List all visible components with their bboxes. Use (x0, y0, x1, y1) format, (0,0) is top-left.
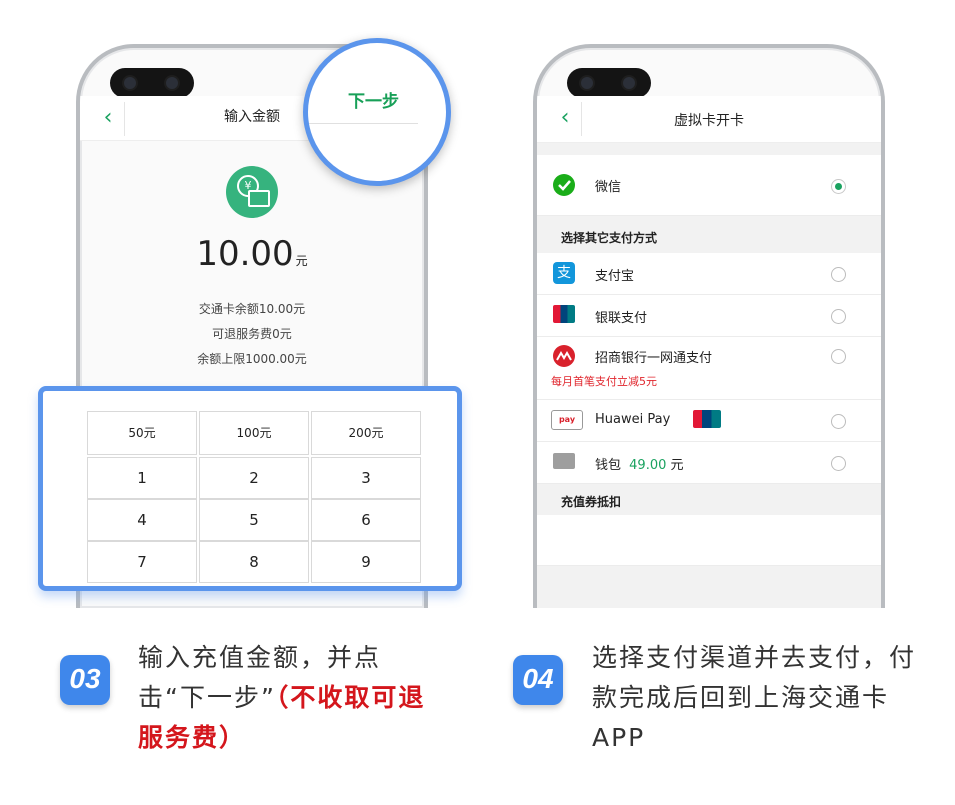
cmb-icon (553, 345, 575, 367)
header-bar: ‹ 虚拟卡开卡 (537, 96, 881, 143)
radio-unselected[interactable] (831, 309, 846, 324)
pay-option-huawei-pay[interactable]: pay Huawei Pay (537, 400, 881, 442)
refundable-fee-text: 可退服务费0元 (212, 327, 292, 341)
key-8[interactable]: 8 (199, 541, 309, 583)
step-04-badge: 04 (513, 655, 563, 705)
wallet-icon (553, 453, 575, 469)
step-04-caption: 选择支付渠道并去支付，付款完成后回到上海交通卡APP (592, 643, 917, 752)
key-6[interactable]: 6 (311, 499, 421, 541)
pay-option-alipay[interactable]: 支 支付宝 (537, 253, 881, 295)
key-9[interactable]: 9 (311, 541, 421, 583)
step-03-badge: 03 (60, 655, 110, 705)
quick-amount-200[interactable]: 200元 (311, 411, 421, 455)
key-3[interactable]: 3 (311, 457, 421, 499)
page-title: 虚拟卡开卡 (674, 113, 744, 129)
coupon-row[interactable] (537, 515, 881, 566)
next-step-button[interactable]: 下一步 (348, 87, 399, 112)
pay-option-cmb[interactable]: 招商银行一网通支付 每月首笔支付立减5元 (537, 337, 881, 400)
radio-unselected[interactable] (831, 267, 846, 282)
wechat-icon (553, 174, 575, 196)
card-balance-text: 交通卡余额10.00元 (198, 302, 306, 316)
huawei-pay-icon: pay (551, 410, 583, 430)
key-5[interactable]: 5 (199, 499, 309, 541)
unionpay-label: 银联支付 (595, 311, 648, 326)
step-03-caption: 输入充值金额，并点击“下一步”（不收取可退服务费） (138, 643, 426, 752)
keypad-highlight: 50元 100元 200元 1 2 3 4 5 6 7 8 9 (38, 386, 462, 591)
recharge-icon: ¥ (226, 166, 278, 218)
key-4[interactable]: 4 (87, 499, 197, 541)
unionpay-icon (693, 410, 721, 428)
pay-option-unionpay[interactable]: 银联支付 (537, 295, 881, 337)
section-coupon: 充值券抵扣 (561, 495, 622, 509)
quick-amount-50[interactable]: 50元 (87, 411, 197, 455)
alipay-icon: 支 (553, 262, 575, 284)
quick-amount-100[interactable]: 100元 (199, 411, 309, 455)
wallet-label: 钱包 49.00 元 (595, 458, 684, 473)
radio-unselected[interactable] (831, 456, 846, 471)
payment-list: 微信 选择其它支付方式 支 支付宝 银联支付 招商银行一网通支付 每月首笔支付立… (537, 143, 881, 608)
key-1[interactable]: 1 (87, 457, 197, 499)
key-7[interactable]: 7 (87, 541, 197, 583)
key-2[interactable]: 2 (199, 457, 309, 499)
alipay-label: 支付宝 (595, 269, 635, 284)
amount-value: 10.00 (196, 234, 294, 274)
balance-limit-text: 余额上限1000.00元 (197, 352, 307, 366)
wechat-label: 微信 (595, 180, 622, 195)
pay-option-wechat[interactable]: 微信 (537, 155, 881, 216)
amount-display: 10.00 元 (80, 234, 424, 274)
radio-unselected[interactable] (831, 414, 846, 429)
radio-unselected[interactable] (831, 349, 846, 364)
phone-virtual-card: ‹ 虚拟卡开卡 微信 选择其它支付方式 支 支付宝 银联支付 招商银行一网通支付… (533, 44, 885, 608)
wallet-balance: 49.00 (629, 458, 667, 473)
pay-option-wallet[interactable]: 钱包 49.00 元 (537, 442, 881, 484)
cmb-label: 招商银行一网通支付 (595, 351, 713, 366)
front-camera (567, 68, 651, 98)
unionpay-icon (553, 305, 575, 323)
promo-text: 每月首笔支付立减5元 (551, 375, 657, 388)
huawei-pay-label: Huawei Pay (595, 412, 671, 427)
radio-selected[interactable] (831, 179, 846, 194)
front-camera (110, 68, 194, 98)
amount-unit: 元 (295, 254, 308, 268)
section-other-payment: 选择其它支付方式 (561, 231, 658, 245)
next-step-magnifier: 下一步 (303, 38, 451, 186)
